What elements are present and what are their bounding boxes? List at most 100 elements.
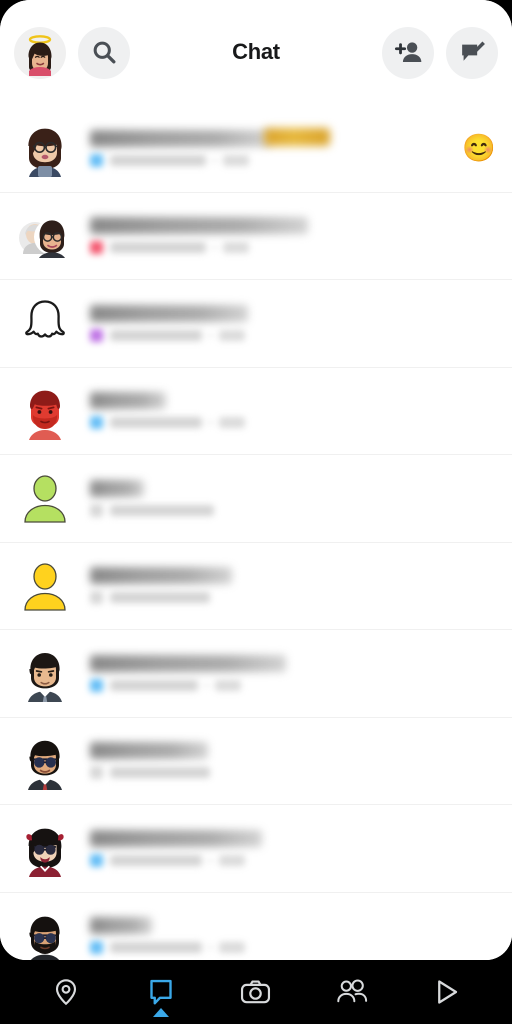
chat-display-name (90, 127, 454, 147)
nav-active-indicator (152, 1008, 169, 1017)
chat-avatar[interactable] (14, 467, 76, 529)
chat-timestamp (223, 242, 249, 254)
chat-display-name (90, 917, 496, 935)
page-title: Chat (232, 38, 280, 64)
chat-timestamp (219, 329, 245, 341)
chat-row[interactable] (0, 630, 512, 718)
chat-status-text (110, 154, 206, 166)
chat-timestamp (223, 154, 249, 166)
chat-status-line (90, 241, 496, 255)
chat-avatar[interactable] (14, 205, 76, 267)
chat-avatar[interactable] (14, 730, 76, 792)
phone-screen: Chat 😊 (0, 0, 512, 1024)
chat-display-name (90, 829, 496, 847)
chat-row[interactable] (0, 367, 512, 455)
search-button[interactable] (78, 26, 130, 79)
chat-status-text (110, 329, 202, 341)
chat-avatar[interactable] (14, 380, 76, 442)
chat-timestamp (215, 679, 241, 691)
chat-reaction-emoji[interactable]: 😊 (462, 134, 496, 162)
chat-name-redacted (90, 304, 248, 322)
nav-item-map[interactable] (37, 966, 95, 1018)
chat-name-redacted (90, 479, 144, 497)
chat-header: Chat (0, 0, 512, 105)
chat-status-line (90, 503, 496, 517)
nav-item-camera[interactable] (227, 966, 285, 1018)
bottom-navigation (0, 960, 512, 1024)
chat-avatar[interactable] (14, 117, 76, 179)
chat-timestamp (219, 854, 245, 866)
status-separator-dot (205, 683, 208, 687)
chat-name-redacted (90, 829, 262, 847)
chat-status-text (110, 417, 202, 429)
chat-name-redacted (90, 129, 270, 147)
add-friend-button[interactable] (382, 26, 434, 79)
chat-status-icon (90, 416, 103, 430)
nav-item-chat[interactable] (132, 966, 190, 1018)
new-chat-button[interactable] (446, 26, 498, 79)
chat-row-text (90, 917, 496, 955)
chat-status-icon (90, 678, 103, 692)
chat-row[interactable] (0, 805, 512, 893)
chat-display-name (90, 654, 496, 672)
chat-display-name (90, 217, 496, 235)
map-pin-icon (55, 979, 76, 1006)
play-icon (438, 980, 458, 1004)
chat-avatar[interactable] (14, 292, 76, 354)
profile-avatar-button[interactable] (14, 26, 66, 79)
default-avatar-yellow-icon (24, 563, 66, 611)
chat-avatar[interactable] (14, 555, 76, 617)
header-actions (382, 26, 498, 79)
chat-status-icon (90, 153, 103, 167)
friends-icon (336, 978, 367, 1002)
chat-status-icon (90, 503, 103, 517)
chat-status-line (90, 678, 496, 692)
nav-item-spotlight[interactable] (417, 966, 475, 1018)
chat-status-icon (90, 941, 103, 955)
chat-display-name (90, 392, 496, 410)
chat-display-name (90, 567, 496, 585)
camera-icon (241, 980, 271, 1003)
chat-status-text (110, 242, 206, 254)
profile-bitmoji-halo-icon (28, 34, 52, 76)
chat-name-redacted (90, 654, 286, 672)
chat-avatar[interactable] (14, 642, 76, 704)
chat-row-text (90, 479, 496, 517)
chat-status-text (110, 767, 210, 779)
bitmoji-female-glasses-icon (28, 128, 62, 178)
chat-status-text (110, 942, 202, 954)
chat-status-line (90, 591, 496, 605)
chat-row-text (90, 829, 496, 867)
chat-status-line (90, 766, 496, 780)
chat-avatar[interactable] (14, 817, 76, 879)
status-separator-dot (213, 158, 216, 162)
chat-status-text (110, 504, 214, 516)
nav-item-stories[interactable] (322, 966, 380, 1018)
chat-row[interactable]: 😊 (0, 105, 512, 193)
chat-avatar[interactable] (14, 905, 76, 960)
content-sheet: Chat 😊 (0, 0, 512, 960)
new-chat-icon (461, 41, 485, 61)
search-icon (93, 41, 115, 64)
status-separator-dot (209, 333, 212, 337)
chat-status-icon (90, 853, 103, 867)
chat-row[interactable] (0, 455, 512, 543)
chat-row-text (90, 392, 496, 430)
chat-name-redacted (90, 392, 166, 410)
chat-row-text (90, 654, 496, 692)
chat-name-redacted (90, 217, 308, 235)
chat-status-line (90, 153, 454, 167)
chat-status-line (90, 853, 496, 867)
chat-status-icon (90, 591, 103, 605)
bitmoji-man-suit-icon (28, 653, 62, 703)
chat-row[interactable] (0, 717, 512, 805)
chat-row[interactable] (0, 280, 512, 368)
bitmoji-red-beard-man-icon (29, 390, 61, 440)
chat-display-name (90, 304, 496, 322)
chat-row[interactable] (0, 892, 512, 960)
chat-row-text (90, 567, 496, 605)
chat-row[interactable] (0, 192, 512, 280)
bitmoji-man-sunglasses-suit-icon (28, 740, 62, 790)
chat-row[interactable] (0, 542, 512, 630)
chat-list[interactable]: 😊 (0, 105, 512, 960)
